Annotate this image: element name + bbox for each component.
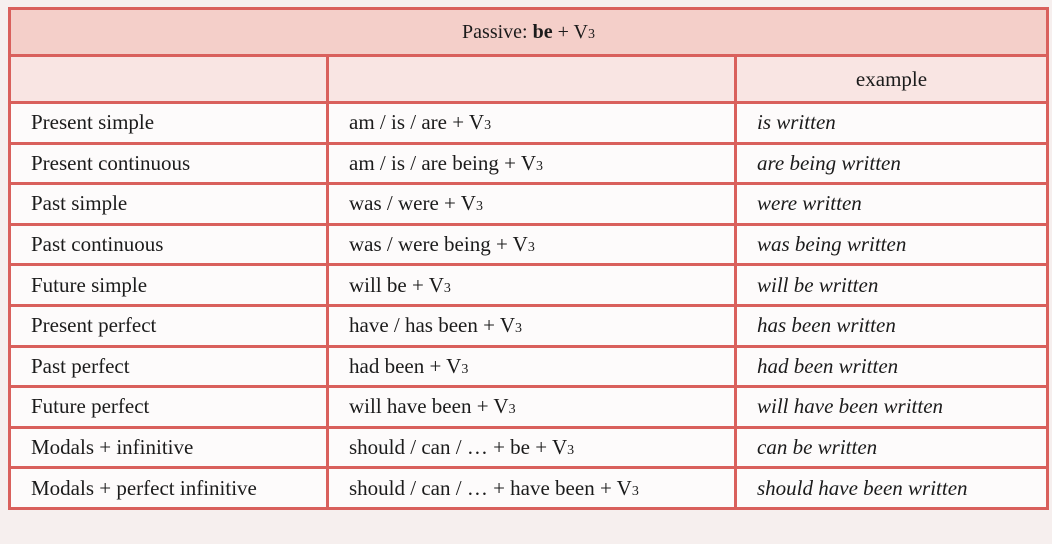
- form-subscript: 3: [508, 402, 516, 418]
- table-row: Present continuous am / is / are being +…: [8, 141, 1049, 186]
- form-cell: will have been + V3: [326, 385, 737, 429]
- form-cell: am / is / are + V3: [326, 101, 737, 145]
- form-label: was / were + V: [349, 191, 476, 216]
- example-label: are being written: [757, 150, 901, 175]
- tense-label: Past perfect: [31, 353, 130, 378]
- form-subscript: 3: [527, 240, 535, 256]
- tense-label: Past simple: [31, 191, 128, 216]
- tense-cell: Future simple: [8, 263, 329, 307]
- tense-label: Modals + infinitive: [31, 435, 194, 460]
- form-subscript: 3: [484, 118, 492, 134]
- form-subscript: 3: [515, 321, 522, 337]
- form-label: am / is / are + V: [349, 110, 485, 135]
- example-cell: had been written: [734, 344, 1049, 389]
- example-label: had been written: [757, 353, 899, 378]
- tense-label: Past continuous: [31, 232, 164, 257]
- tense-label: Present simple: [31, 110, 155, 135]
- form-cell: am / is / are being + V3: [326, 141, 737, 186]
- example-label: will have been written: [757, 394, 944, 419]
- tense-cell: Present continuous: [8, 141, 329, 186]
- tense-cell: Past simple: [8, 182, 329, 226]
- form-subscript: 3: [567, 443, 575, 459]
- title-bold: be: [532, 20, 553, 43]
- form-label: had been + V: [349, 353, 462, 378]
- example-cell: was being written: [734, 222, 1049, 267]
- tense-cell: Modals + infinitive: [8, 425, 329, 470]
- form-subscript: 3: [536, 158, 544, 174]
- header-tense: [8, 54, 329, 104]
- table-title-row: Passive: be + V3: [8, 7, 1049, 57]
- form-subscript: 3: [443, 280, 451, 296]
- form-label: will be + V: [349, 272, 444, 297]
- title-middle: + V: [552, 20, 588, 43]
- tense-cell: Present perfect: [8, 303, 329, 348]
- header-form: [326, 54, 737, 104]
- form-subscript: 3: [461, 361, 469, 377]
- form-cell: should / can / … + be + V3: [326, 425, 737, 470]
- form-label: was / were being + V: [349, 232, 528, 257]
- table-row: Present perfect have / has been + V3 has…: [8, 303, 1049, 348]
- tense-cell: Present simple: [8, 101, 329, 145]
- tense-label: Modals + perfect infinitive: [31, 475, 257, 500]
- example-cell: is written: [734, 101, 1049, 145]
- table-row: Past continuous was / were being + V3 wa…: [8, 222, 1049, 267]
- form-cell: will be + V3: [326, 263, 737, 307]
- title-prefix: Passive:: [462, 20, 533, 43]
- table-row: Present simple am / is / are + V3 is wri…: [8, 101, 1049, 145]
- title-subscript: 3: [587, 26, 595, 42]
- example-label: has been written: [757, 313, 896, 338]
- form-cell: was / were + V3: [326, 182, 737, 226]
- example-label: will be written: [757, 272, 879, 297]
- form-cell: have / has been + V3: [326, 303, 737, 348]
- passive-voice-table: Passive: be + V3 example Present simple …: [8, 7, 1049, 510]
- example-cell: will be written: [734, 263, 1049, 307]
- table-row: Modals + infinitive should / can / … + b…: [8, 425, 1049, 470]
- example-label: is written: [757, 110, 836, 135]
- form-cell: had been + V3: [326, 344, 737, 389]
- table-row: Past simple was / were + V3 were written: [8, 182, 1049, 226]
- form-subscript: 3: [631, 483, 639, 499]
- tense-label: Present continuous: [31, 150, 191, 175]
- table-row: Future simple will be + V3 will be writt…: [8, 263, 1049, 307]
- header-example: example: [734, 54, 1049, 104]
- form-cell: was / were being + V3: [326, 222, 737, 267]
- form-label: will have been + V: [349, 394, 509, 419]
- example-cell: has been written: [734, 303, 1049, 348]
- form-subscript: 3: [475, 199, 483, 215]
- form-cell: should / can / … + have been + V3: [326, 466, 737, 510]
- example-label: were written: [757, 191, 862, 216]
- tense-cell: Past perfect: [8, 344, 329, 389]
- tense-label: Present perfect: [31, 313, 157, 338]
- table-header-row: example: [8, 54, 1049, 104]
- example-cell: are being written: [734, 141, 1049, 186]
- table-title: Passive: be + V3: [8, 7, 1049, 57]
- form-label: should / can / … + have been + V: [349, 475, 632, 500]
- table-row: Future perfect will have been + V3 will …: [8, 385, 1049, 429]
- tense-label: Future perfect: [31, 394, 150, 419]
- tense-cell: Modals + perfect infinitive: [8, 466, 329, 510]
- tense-label: Future simple: [31, 272, 148, 297]
- tense-cell: Past continuous: [8, 222, 329, 267]
- form-label: have / has been + V: [349, 313, 515, 338]
- example-cell: were written: [734, 182, 1049, 226]
- example-cell: will have been written: [734, 385, 1049, 429]
- table-row: Modals + perfect infinitive should / can…: [8, 466, 1049, 510]
- form-label: should / can / … + be + V: [349, 435, 568, 460]
- table-row: Past perfect had been + V3 had been writ…: [8, 344, 1049, 389]
- tense-cell: Future perfect: [8, 385, 329, 429]
- example-label: was being written: [757, 232, 907, 257]
- example-label: can be written: [757, 435, 878, 460]
- example-cell: can be written: [734, 425, 1049, 470]
- example-label: should have been written: [757, 475, 968, 500]
- example-cell: should have been written: [734, 466, 1049, 510]
- form-label: am / is / are being + V: [349, 150, 537, 175]
